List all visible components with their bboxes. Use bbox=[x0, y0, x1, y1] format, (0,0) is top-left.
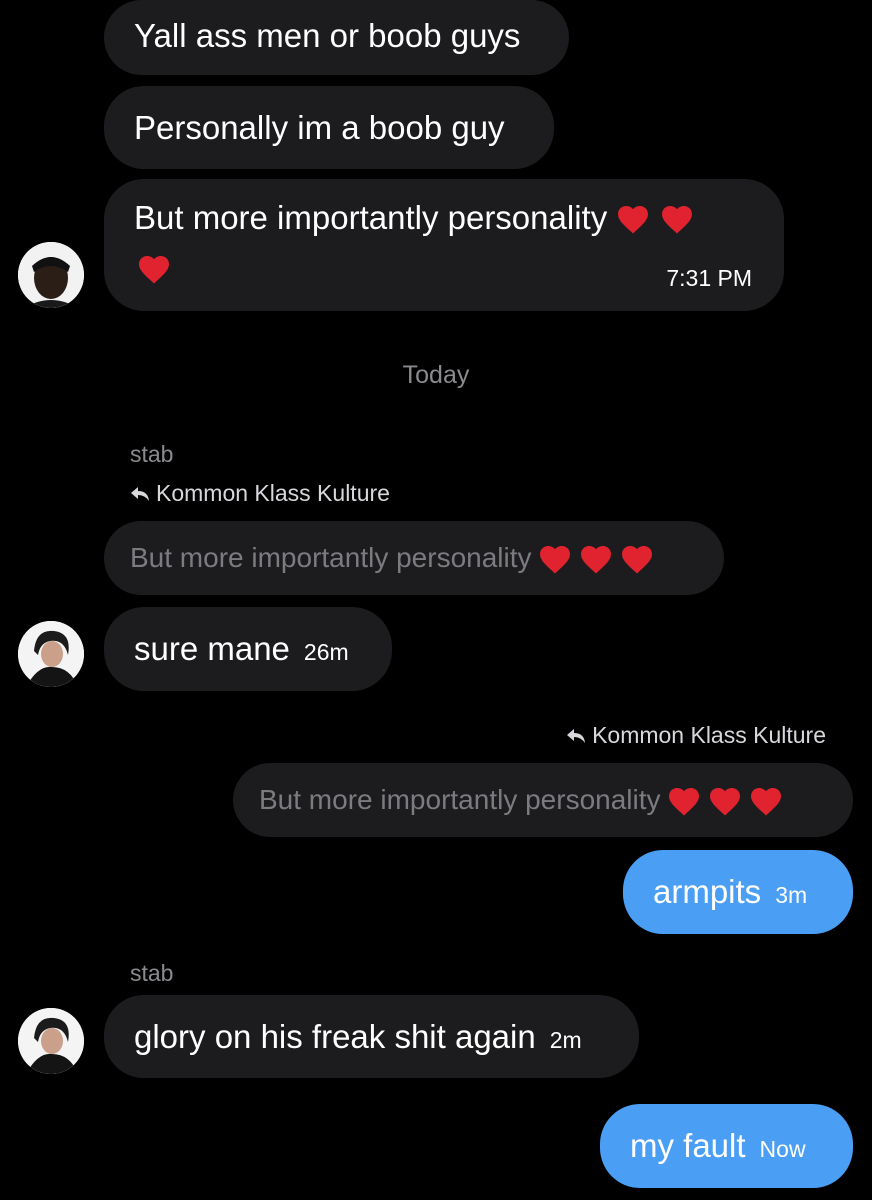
message-text: But more importantly personality bbox=[134, 199, 608, 236]
red-heart-icon bbox=[615, 201, 651, 235]
red-heart-icon bbox=[666, 783, 702, 817]
message-timestamp: 3m bbox=[775, 882, 808, 908]
reply-arrow-icon bbox=[566, 727, 586, 745]
message-text: armpits bbox=[653, 873, 762, 910]
message-timestamp: 7:31 PM bbox=[666, 265, 752, 291]
sender-avatar[interactable] bbox=[18, 1008, 84, 1074]
message-content: sure mane 26m bbox=[134, 630, 349, 668]
sender-avatar[interactable] bbox=[18, 242, 84, 308]
red-heart-icon bbox=[136, 251, 172, 285]
message-content: armpits 3m bbox=[653, 873, 807, 911]
received-message-bubble[interactable]: sure mane 26m bbox=[104, 607, 392, 691]
received-message-bubble[interactable]: Personally im a boob guy bbox=[104, 86, 554, 169]
message-timestamp: 26m bbox=[303, 639, 349, 665]
red-heart-icon bbox=[659, 201, 695, 235]
reply-indicator: Kommon Klass Kulture bbox=[566, 722, 826, 749]
sender-name: stab bbox=[130, 960, 174, 986]
quoted-message[interactable]: But more importantly personality bbox=[233, 763, 853, 837]
red-heart-icon bbox=[707, 783, 743, 817]
message-content: my fault Now bbox=[630, 1127, 806, 1165]
red-heart-icon bbox=[619, 541, 655, 575]
message-content: But more importantly personality bbox=[134, 199, 695, 237]
received-message-bubble[interactable]: glory on his freak shit again 2m bbox=[104, 995, 639, 1078]
message-text: glory on his freak shit again bbox=[134, 1017, 536, 1055]
reply-arrow-icon bbox=[130, 485, 150, 503]
quoted-content: But more importantly personality bbox=[130, 541, 655, 575]
red-heart-icon bbox=[578, 541, 614, 575]
red-heart-icon bbox=[748, 783, 784, 817]
reply-target-name: Kommon Klass Kulture bbox=[156, 480, 390, 506]
message-text: Personally im a boob guy bbox=[134, 108, 505, 146]
message-text: Yall ass men or boob guys bbox=[134, 17, 521, 54]
message-content: glory on his freak shit again 2m bbox=[134, 1018, 582, 1056]
sender-avatar[interactable] bbox=[18, 621, 84, 687]
quoted-content: But more importantly personality bbox=[259, 783, 784, 817]
quoted-text: But more importantly personality bbox=[259, 784, 661, 815]
message-text: sure mane bbox=[134, 630, 290, 667]
message-text: my fault bbox=[630, 1127, 746, 1164]
sender-name: stab bbox=[130, 441, 174, 467]
quoted-text: But more importantly personality bbox=[130, 542, 532, 573]
received-message-bubble[interactable]: Yall ass men or boob guys bbox=[104, 0, 569, 75]
reply-indicator: Kommon Klass Kulture bbox=[130, 480, 390, 507]
message-timestamp: Now bbox=[759, 1136, 806, 1162]
quoted-message[interactable]: But more importantly personality bbox=[104, 521, 724, 595]
sent-message-bubble[interactable]: armpits 3m bbox=[623, 850, 853, 934]
reply-target-name: Kommon Klass Kulture bbox=[592, 722, 826, 748]
red-heart-icon bbox=[537, 541, 573, 575]
date-divider: Today bbox=[402, 361, 470, 389]
sent-message-bubble[interactable]: my fault Now bbox=[600, 1104, 853, 1188]
received-message-bubble[interactable]: But more importantly personality 7:31 PM bbox=[104, 179, 784, 311]
message-timestamp: 2m bbox=[549, 1026, 582, 1053]
